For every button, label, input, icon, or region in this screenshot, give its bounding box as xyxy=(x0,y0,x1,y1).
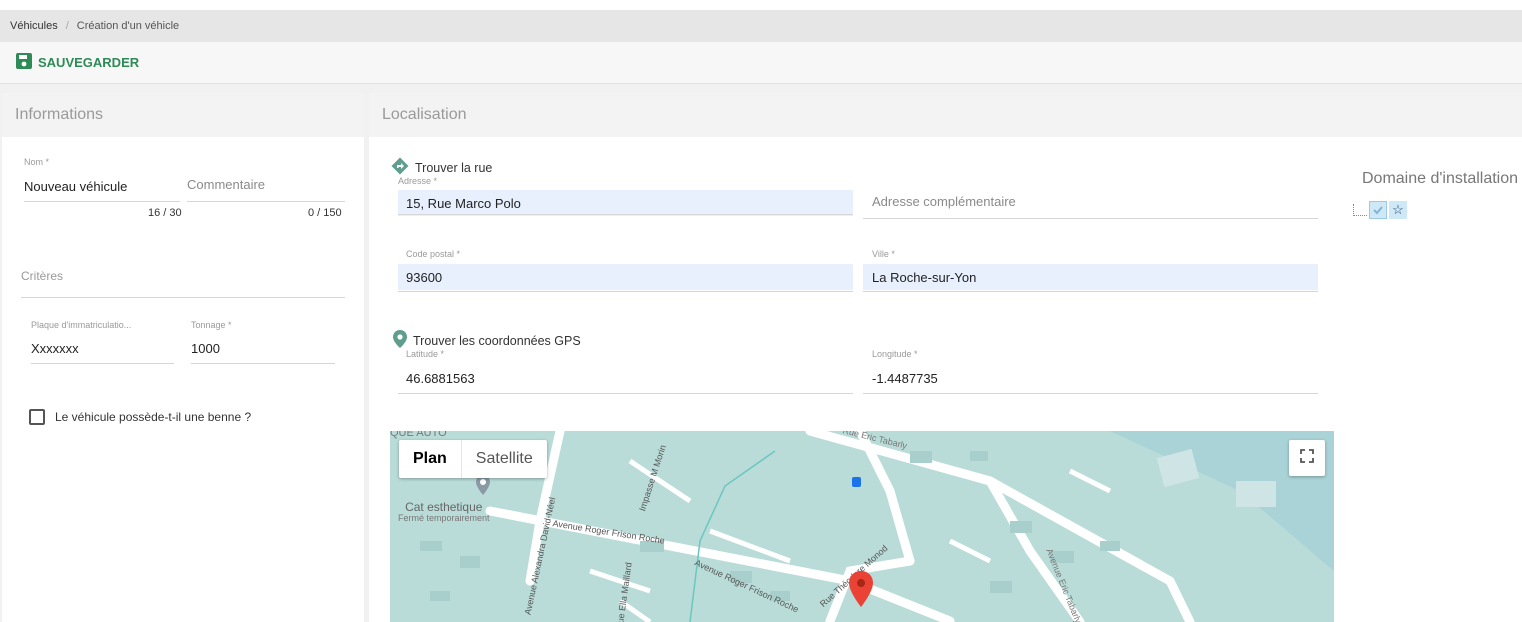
benne-checkbox[interactable] xyxy=(29,409,45,425)
code-postal-label: Code postal * xyxy=(406,249,461,259)
toolbar: SAUVEGARDER xyxy=(0,42,1522,84)
ville-underline xyxy=(863,291,1318,292)
localisation-title: Localisation xyxy=(369,93,1522,137)
map-poi-pin-icon xyxy=(476,475,490,495)
plaque-label: Plaque d'immatriculatio... xyxy=(31,320,132,330)
map-satellite-button[interactable]: Satellite xyxy=(460,440,547,478)
longitude-field[interactable]: Longitude * -1.4487735 xyxy=(863,349,1318,395)
localisation-panel: Localisation Trouver la rue Adresse * 15… xyxy=(369,93,1522,622)
plaque-value: Xxxxxxx xyxy=(31,341,79,356)
nom-label: Nom * xyxy=(24,157,50,167)
tonnage-label: Tonnage * xyxy=(191,320,232,330)
adresse-underline xyxy=(398,214,853,215)
informations-panel: Informations Nom * Nouveau véhicule 16 /… xyxy=(2,93,364,622)
ville-field[interactable]: Ville * La Roche-sur-Yon xyxy=(863,249,1318,294)
save-button[interactable]: SAUVEGARDER xyxy=(16,53,139,72)
map-type-toggle: Plan Satellite xyxy=(399,440,547,478)
nom-counter: 16 / 30 xyxy=(148,207,182,219)
breadcrumb-current: Création d'un véhicle xyxy=(76,20,180,32)
longitude-value: -1.4487735 xyxy=(872,371,938,386)
commentaire-field[interactable]: Commentaire xyxy=(187,177,345,203)
bus-stop-icon xyxy=(852,477,861,487)
longitude-label: Longitude * xyxy=(872,349,918,359)
rue-section-label: Trouver la rue xyxy=(415,160,493,175)
domaine-title: Domaine d'installation xyxy=(1362,170,1519,187)
nom-field[interactable]: Nom * Nouveau véhicule xyxy=(24,157,180,203)
latitude-label: Latitude * xyxy=(406,349,445,359)
fullscreen-button[interactable] xyxy=(1289,440,1325,476)
tree-connector xyxy=(1353,204,1367,216)
breadcrumb-root-link[interactable]: Véhicules xyxy=(10,20,58,32)
latitude-underline xyxy=(398,393,853,394)
criteres-underline xyxy=(21,297,345,298)
save-label: SAUVEGARDER xyxy=(38,55,140,70)
map-poi-status: Fermé temporairement xyxy=(398,513,490,524)
domaine-tree: ☆ xyxy=(1353,201,1407,219)
map-marker-icon[interactable] xyxy=(849,571,873,607)
commentaire-underline xyxy=(187,201,345,202)
adresse-complementaire-placeholder: Adresse complémentaire xyxy=(872,194,1016,209)
latitude-value: 46.6881563 xyxy=(406,371,475,386)
fullscreen-icon xyxy=(1300,448,1314,468)
commentaire-counter: 0 / 150 xyxy=(308,207,342,219)
adresse-label: Adresse * xyxy=(398,176,438,186)
benne-label: Le véhicule possède-t-il une benne ? xyxy=(55,410,252,424)
tonnage-value: 1000 xyxy=(191,341,220,356)
map-poi[interactable]: Cat esthetique Fermé temporairement xyxy=(398,500,490,524)
tree-checkbox[interactable] xyxy=(1369,201,1387,219)
nom-underline xyxy=(24,201,180,202)
plaque-field[interactable]: Plaque d'immatriculatio... Xxxxxxx xyxy=(31,320,174,365)
adresse-field[interactable]: Adresse * 15, Rue Marco Polo xyxy=(398,176,853,220)
nom-value: Nouveau véhicule xyxy=(24,179,128,194)
benne-option[interactable]: Le véhicule possède-t-il une benne ? xyxy=(29,409,251,425)
location-pin-icon xyxy=(393,330,407,351)
commentaire-placeholder: Commentaire xyxy=(187,177,266,192)
top-strip xyxy=(0,0,1522,10)
adresse-value: 15, Rue Marco Polo xyxy=(398,190,853,216)
criteres-field[interactable]: Critères xyxy=(21,269,345,298)
directions-icon xyxy=(391,157,409,178)
informations-title: Informations xyxy=(2,93,364,137)
ville-label: Ville * xyxy=(872,249,895,259)
plaque-underline xyxy=(31,363,174,364)
criteres-placeholder: Critères xyxy=(21,269,64,283)
map-street-top: QUE AUTO xyxy=(390,431,447,439)
tonnage-underline xyxy=(191,363,335,364)
code-postal-underline xyxy=(398,291,853,292)
rue-section[interactable]: Trouver la rue xyxy=(391,157,492,178)
latitude-field[interactable]: Latitude * 46.6881563 xyxy=(398,349,853,395)
gps-section-label: Trouver les coordonnées GPS xyxy=(413,333,581,348)
adresse-complementaire-underline xyxy=(863,218,1318,219)
code-postal-value: 93600 xyxy=(398,264,853,290)
adresse-complementaire-field[interactable]: Adresse complémentaire xyxy=(863,194,1318,220)
gps-section[interactable]: Trouver les coordonnées GPS xyxy=(393,330,581,351)
map[interactable]: QUE AUTO Rue Eric Tabarly Avenue Eric Ta… xyxy=(390,431,1334,622)
breadcrumb-separator: / xyxy=(65,20,69,32)
star-icon[interactable]: ☆ xyxy=(1389,201,1407,219)
map-plan-button[interactable]: Plan xyxy=(399,440,461,478)
breadcrumb: Véhicules / Création d'un véhicle xyxy=(0,10,1522,42)
ville-value: La Roche-sur-Yon xyxy=(863,264,1318,290)
tonnage-field[interactable]: Tonnage * 1000 xyxy=(191,320,335,365)
save-icon xyxy=(16,53,32,72)
code-postal-field[interactable]: Code postal * 93600 xyxy=(398,249,853,294)
longitude-underline xyxy=(863,393,1318,394)
